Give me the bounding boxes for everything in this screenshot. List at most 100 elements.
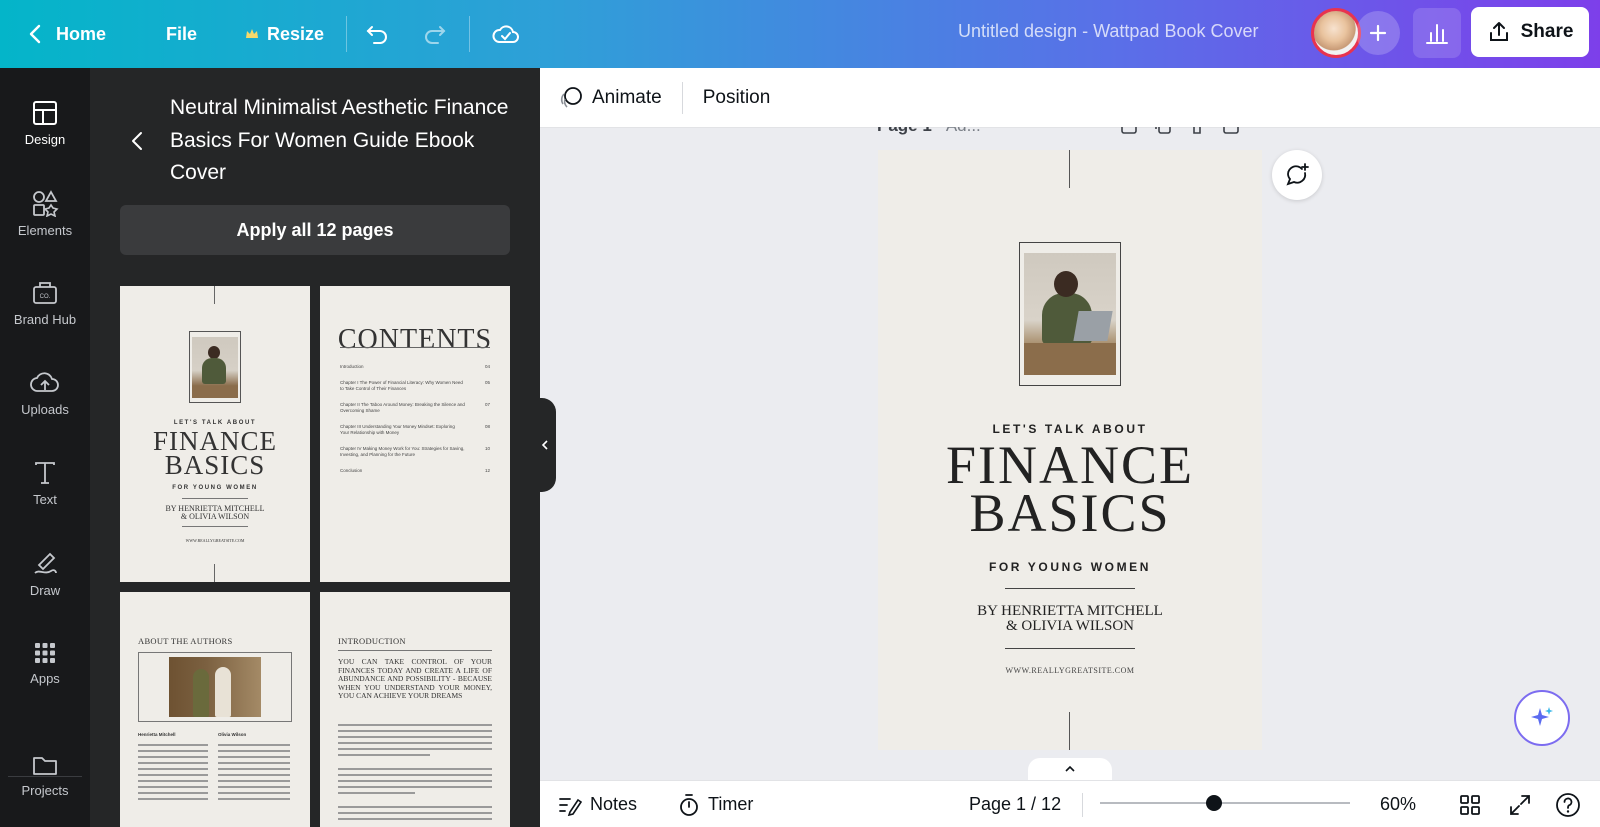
avatar[interactable]	[1311, 8, 1361, 58]
template-page-thumbnail-3[interactable]: ABOUT THE AUTHORS Henrietta Mitchell Oli…	[120, 592, 310, 827]
cover-title-line2[interactable]: BASICS	[878, 486, 1262, 540]
contents-row-text: Chapter I The Power of Financial Literac…	[340, 380, 463, 391]
rail-item-uploads[interactable]: Uploads	[0, 352, 90, 434]
animate-button[interactable]: Animate	[540, 68, 682, 127]
help-icon	[1556, 792, 1580, 817]
design-page[interactable]: LET'S TALK ABOUT FINANCE BASICS FOR YOUN…	[878, 150, 1262, 750]
thumb-cover-title-line2: BASICS	[164, 450, 266, 480]
collapse-panel-button[interactable]	[534, 398, 556, 492]
undo-button[interactable]	[357, 14, 397, 54]
timer-button[interactable]: Timer	[678, 781, 753, 827]
photo-frame[interactable]	[1019, 242, 1121, 386]
show-pages-button[interactable]	[1028, 758, 1112, 780]
decorative-line	[1069, 150, 1070, 188]
notes-label: Notes	[590, 794, 638, 814]
template-page-thumbnail-4[interactable]: INTRODUCTION YOU CAN TAKE CONTROL OF YOU…	[320, 592, 510, 827]
position-label: Position	[702, 86, 771, 108]
file-label: File	[166, 23, 198, 44]
redo-button[interactable]	[415, 14, 455, 54]
rail-item-brand-hub[interactable]: CO. Brand Hub	[0, 262, 90, 344]
contents-row: Conclusion 12	[340, 468, 490, 474]
divider	[1005, 588, 1135, 589]
help-button[interactable]	[1555, 781, 1581, 827]
cover-tagline[interactable]: FOR YOUNG WOMEN	[878, 560, 1262, 574]
chevron-up-icon	[1065, 765, 1075, 772]
cover-subtitle[interactable]: LET'S TALK ABOUT	[878, 422, 1262, 436]
contents-row: Introduction 04	[340, 364, 490, 370]
rail-item-draw[interactable]: Draw	[0, 532, 90, 614]
rail-label-design: Design	[24, 131, 66, 147]
rail-item-design[interactable]: Design	[0, 82, 90, 164]
contents-row-page: 07	[484, 402, 490, 407]
notes-button[interactable]: Notes	[558, 781, 637, 827]
rail-item-text[interactable]: Text	[0, 442, 90, 524]
add-comment-button[interactable]	[1272, 150, 1322, 200]
grid-view-button[interactable]	[1458, 781, 1482, 827]
resize-label: Resize	[267, 23, 325, 44]
contents-row-page: 04	[484, 364, 490, 369]
zoom-level[interactable]: 60%	[1380, 781, 1416, 827]
chevron-left-icon	[29, 24, 41, 44]
contents-row-page: 08	[484, 424, 490, 429]
design-title[interactable]: Untitled design - Wattpad Book Cover	[958, 21, 1258, 42]
invite-button[interactable]	[1356, 11, 1400, 55]
share-button[interactable]: Share	[1471, 7, 1589, 57]
pen-icon	[34, 552, 57, 574]
bottom-bar: Notes Timer Page 1 / 12 60%	[540, 780, 1600, 827]
contents-row: Chapter IV Making Money Work for You: St…	[340, 446, 490, 458]
rail-item-elements[interactable]: Elements	[0, 172, 90, 254]
cover-title-line1[interactable]: FINANCE	[878, 438, 1262, 492]
rail-label-apps: Apps	[30, 670, 60, 686]
resize-button[interactable]: Resize	[233, 14, 336, 54]
folder-icon	[33, 756, 57, 775]
home-button[interactable]: Home	[16, 14, 118, 54]
contents-row-page: 10	[484, 446, 490, 451]
rail-item-apps[interactable]: Apps	[0, 622, 90, 704]
home-label: Home	[56, 23, 107, 44]
decorative-line	[1069, 712, 1070, 750]
thumb-author-2-name: Olivia Wilson	[218, 732, 247, 737]
file-menu-button[interactable]: File	[154, 14, 209, 54]
rail-label-draw: Draw	[29, 582, 61, 598]
notes-icon	[559, 797, 582, 816]
template-page-thumbnail-2[interactable]: CONTENTS Introduction 04 Chapter I The Po…	[320, 286, 510, 582]
divider	[182, 498, 248, 499]
text-icon	[35, 461, 55, 484]
apply-all-pages-button[interactable]: Apply all 12 pages	[120, 205, 510, 255]
comment-add-icon	[1286, 163, 1309, 186]
cover-photo[interactable]	[1024, 253, 1116, 375]
contents-row-text: Chapter II The Taboo Around Money: Break…	[340, 402, 465, 413]
magic-assistant-button[interactable]	[1514, 690, 1570, 746]
upload-icon	[1489, 22, 1508, 41]
context-toolbar: Animate Position	[540, 68, 1600, 128]
back-button[interactable]	[130, 130, 144, 157]
save-status-button[interactable]	[486, 14, 526, 54]
position-button[interactable]: Position	[683, 68, 791, 127]
thumb-about-heading: ABOUT THE AUTHORS	[138, 636, 233, 646]
page-indicator[interactable]: Page 1 / 12	[969, 781, 1061, 827]
rail-label-elements: Elements	[17, 222, 73, 238]
template-page-thumbnail-1[interactable]: LET'S TALK ABOUT FINANCE BASICS FOR YOUN…	[120, 286, 310, 582]
contents-row-text: Chapter III Understanding Your Money Min…	[340, 424, 455, 435]
thumb-intro-heading: INTRODUCTION	[338, 636, 406, 646]
template-panel: Neutral Minimalist Aesthetic Finance Bas…	[90, 68, 540, 827]
fullscreen-button[interactable]	[1508, 781, 1532, 827]
bar-chart-icon	[1426, 24, 1448, 44]
cover-authors-line1[interactable]: BY HENRIETTA MITCHELL	[878, 604, 1262, 619]
animate-icon	[560, 86, 582, 108]
thumb-cover-url: WWW.REALLYGREATSITE.COM	[185, 538, 245, 543]
cover-authors-line2[interactable]: & OLIVIA WILSON	[878, 619, 1262, 634]
grid-view-icon	[1460, 794, 1480, 815]
template-title: Neutral Minimalist Aesthetic Finance Bas…	[170, 96, 509, 184]
cloud-check-icon	[492, 25, 520, 43]
cover-website[interactable]: WWW.REALLYGREATSITE.COM	[878, 666, 1262, 675]
zoom-slider-handle[interactable]	[1206, 795, 1222, 811]
layout-icon	[33, 100, 57, 125]
thumb-cover-by2: & OLIVIA WILSON	[180, 512, 250, 521]
insights-button[interactable]	[1413, 8, 1461, 58]
zoom-slider-track[interactable]	[1100, 802, 1350, 804]
thumb-author-1-name: Henrietta Mitchell	[138, 732, 176, 737]
sparkle-icon	[1531, 707, 1553, 726]
chevron-left-icon	[541, 440, 548, 450]
rail-item-projects[interactable]: Projects	[0, 734, 90, 816]
